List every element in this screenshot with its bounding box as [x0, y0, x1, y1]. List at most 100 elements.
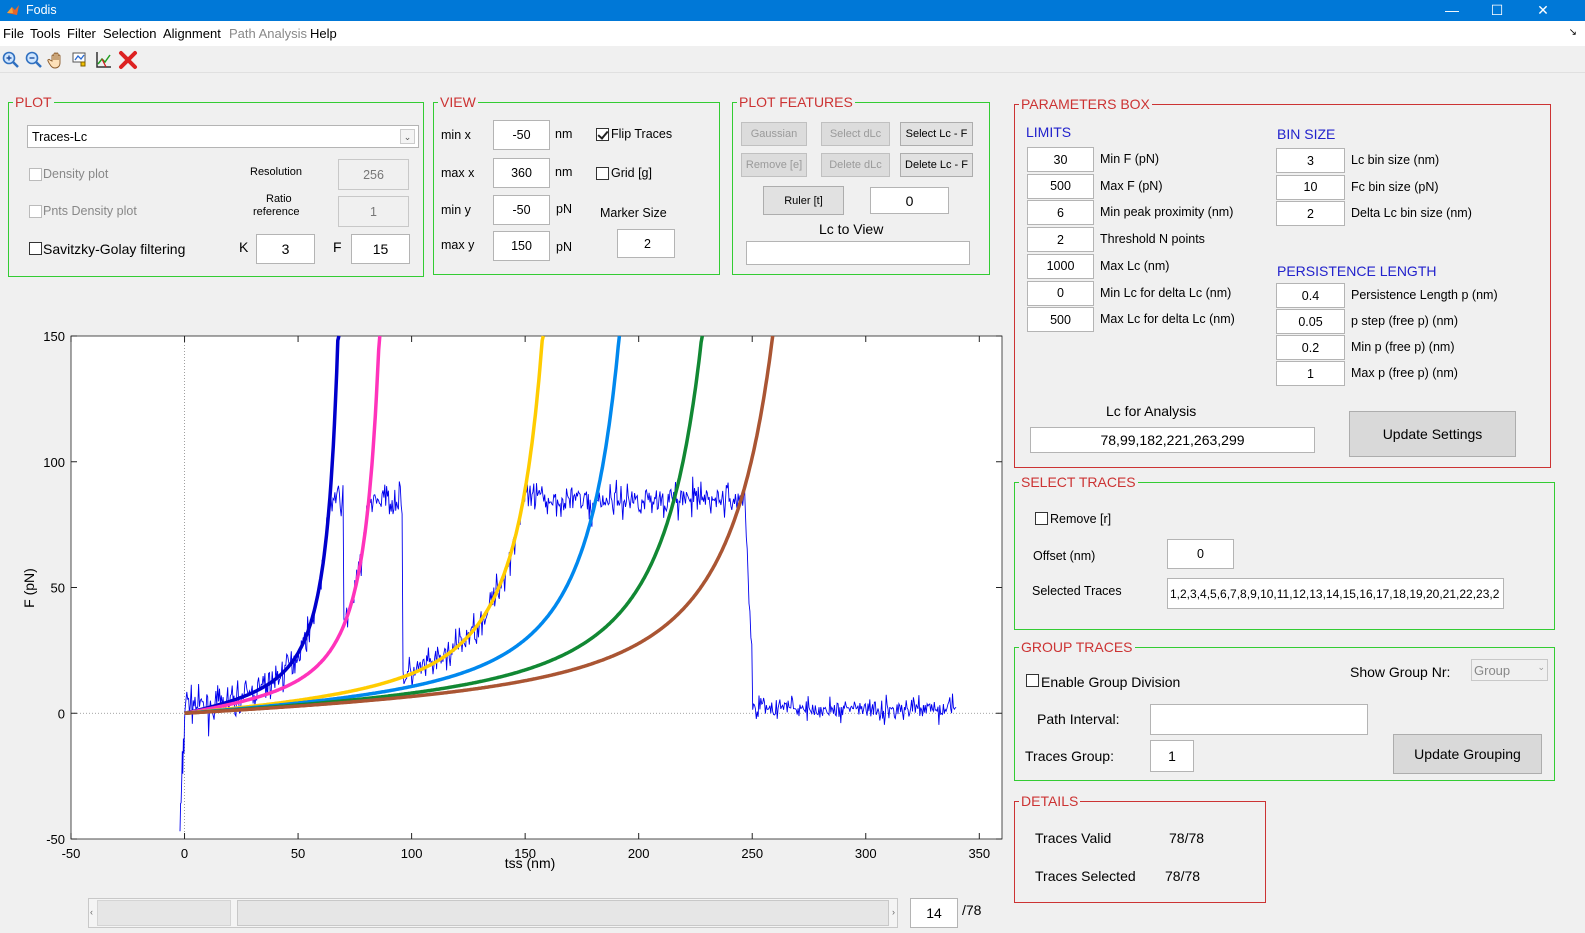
pan-hand-icon[interactable]	[46, 49, 68, 71]
min-y-label: min y	[441, 203, 471, 217]
remove-traces-checkbox[interactable]	[1035, 512, 1048, 525]
select-dlc-button[interactable]: Select dLc	[821, 122, 890, 146]
resolution-label: Resolution	[250, 166, 302, 178]
delete-x-icon[interactable]	[117, 49, 139, 71]
parameters-title: PARAMETERS BOX	[1019, 96, 1152, 112]
minimize-button[interactable]: —	[1429, 0, 1475, 21]
trace-total-label: /78	[962, 902, 982, 918]
scroll-right-icon[interactable]: ›	[892, 907, 895, 917]
limit-value-1[interactable]: 500	[1027, 173, 1094, 199]
chevron-down-icon[interactable]: ⌄	[400, 129, 415, 144]
toolbar	[0, 46, 1585, 73]
path-interval-field[interactable]	[1150, 704, 1368, 735]
min-y-field[interactable]: -50	[493, 195, 550, 225]
axes-select-icon[interactable]	[92, 49, 114, 71]
delete-dlc-button[interactable]: Delete dLc	[821, 153, 890, 177]
enable-group-checkbox[interactable]	[1026, 674, 1039, 687]
update-grouping-button[interactable]: Update Grouping	[1393, 734, 1542, 774]
menu-selection[interactable]: Selection	[103, 26, 156, 41]
traces-group-field[interactable]: 1	[1150, 740, 1194, 772]
zoom-in-icon[interactable]	[0, 49, 22, 71]
limit-value-5[interactable]: 0	[1027, 280, 1094, 306]
y-tick-label: -50	[46, 832, 65, 847]
limit-value-3[interactable]: 2	[1027, 227, 1094, 253]
data-cursor-icon[interactable]	[69, 49, 91, 71]
menu-path-analysis[interactable]: Path Analysis	[229, 26, 307, 41]
ratio-field[interactable]: 1	[338, 196, 409, 227]
plot-type-dropdown[interactable]: Traces-Lc ⌄	[27, 125, 419, 148]
traces-valid-label: Traces Valid	[1035, 830, 1112, 846]
limit-value-6[interactable]: 500	[1027, 307, 1094, 333]
marker-size-field[interactable]: 2	[617, 229, 675, 258]
lc-analysis-field[interactable]: 78,99,182,221,263,299	[1030, 427, 1315, 453]
min-x-label: min x	[441, 128, 471, 142]
savitzky-golay-checkbox[interactable]	[29, 242, 42, 255]
ruler-value-field[interactable]: 0	[870, 187, 949, 214]
menu-alignment[interactable]: Alignment	[163, 26, 221, 41]
delete-lc-f-button[interactable]: Delete Lc - F	[900, 153, 973, 177]
bin-size-value-1[interactable]: 10	[1276, 174, 1345, 200]
flip-traces-checkbox[interactable]	[596, 128, 609, 141]
f-field[interactable]: 15	[351, 234, 410, 264]
max-y-field[interactable]: 150	[493, 231, 550, 261]
trace-scrollbar[interactable]: ‹ ›	[88, 898, 898, 928]
x-tick-label: 200	[628, 846, 650, 861]
lc-to-view-field[interactable]	[746, 241, 970, 265]
density-plot-checkbox[interactable]	[29, 168, 42, 181]
selected-traces-field[interactable]: 1,2,3,4,5,6,7,8,9,10,11,12,13,14,15,16,1…	[1167, 578, 1504, 609]
max-x-label: max x	[441, 166, 475, 180]
matlab-logo-icon	[7, 5, 19, 15]
y-axis-label: F (pN)	[21, 568, 37, 608]
x-axis-label: tss (nm)	[505, 855, 556, 871]
offset-field[interactable]: 0	[1167, 539, 1234, 569]
view-panel: VIEW min x -50 nm max x 360 nm min y -50…	[433, 94, 720, 275]
maximize-button[interactable]: ☐	[1474, 0, 1520, 21]
persistence-label-3: Max p (free p) (nm)	[1351, 366, 1458, 380]
limit-value-0[interactable]: 30	[1027, 147, 1094, 172]
max-x-field[interactable]: 360	[493, 158, 550, 188]
plot-panel: PLOT Traces-Lc ⌄ Density plot Resolution…	[8, 94, 424, 277]
offset-label: Offset (nm)	[1033, 549, 1096, 563]
chevron-down-icon[interactable]: ⌄	[1537, 662, 1545, 673]
bin-size-value-0[interactable]: 3	[1276, 148, 1345, 173]
savitzky-golay-label: Savitzky-Golay filtering	[43, 241, 186, 257]
limit-label-5: Min Lc for delta Lc (nm)	[1100, 285, 1232, 300]
pnts-density-checkbox[interactable]	[29, 205, 42, 218]
y-tick-label: 150	[43, 329, 65, 344]
undock-icon[interactable]: ↘	[1569, 27, 1577, 38]
scrollbar-thumb[interactable]	[237, 900, 889, 926]
k-field[interactable]: 3	[256, 234, 315, 264]
x-tick-label: 350	[968, 846, 990, 861]
update-settings-button[interactable]: Update Settings	[1349, 411, 1516, 457]
limit-value-4[interactable]: 1000	[1027, 253, 1094, 279]
remove-button[interactable]: Remove [e]	[741, 153, 807, 177]
traces-selected-value: 78/78	[1165, 868, 1201, 884]
persistence-value-0[interactable]: 0.4	[1276, 283, 1345, 308]
zoom-out-icon[interactable]	[23, 49, 45, 71]
grid-checkbox[interactable]	[596, 167, 609, 180]
menu-file[interactable]: File	[3, 26, 24, 41]
close-button[interactable]: ✕	[1520, 0, 1566, 21]
show-group-dropdown[interactable]: Group ⌄	[1471, 659, 1548, 681]
persistence-value-1[interactable]: 0.05	[1276, 309, 1345, 334]
limit-value-2[interactable]: 6	[1027, 200, 1094, 226]
bin-size-value-2[interactable]: 2	[1276, 201, 1345, 226]
f-label: F	[333, 239, 342, 255]
y-tick-label: 0	[58, 706, 65, 721]
ruler-button[interactable]: Ruler [t]	[763, 186, 844, 215]
min-x-field[interactable]: -50	[493, 120, 550, 150]
scroll-left-icon[interactable]: ‹	[90, 907, 93, 917]
force-extension-chart[interactable]: -50 0 50 100 150 200 250 300 350-50050100150 tss…	[0, 310, 1005, 885]
scrollbar-track-left[interactable]	[97, 900, 231, 926]
menu-filter[interactable]: Filter	[67, 26, 96, 41]
y-tick-label: 50	[51, 581, 65, 596]
ratio-label: Ratio	[266, 193, 292, 205]
menu-tools[interactable]: Tools	[30, 26, 60, 41]
persistence-value-2[interactable]: 0.2	[1276, 335, 1345, 360]
select-lc-f-button[interactable]: Select Lc - F	[900, 122, 973, 146]
trace-index-field[interactable]: 14	[910, 898, 958, 928]
menu-help[interactable]: Help	[310, 26, 337, 41]
gaussian-button[interactable]: Gaussian	[741, 122, 807, 146]
persistence-value-3[interactable]: 1	[1276, 361, 1345, 386]
resolution-field[interactable]: 256	[338, 159, 409, 190]
